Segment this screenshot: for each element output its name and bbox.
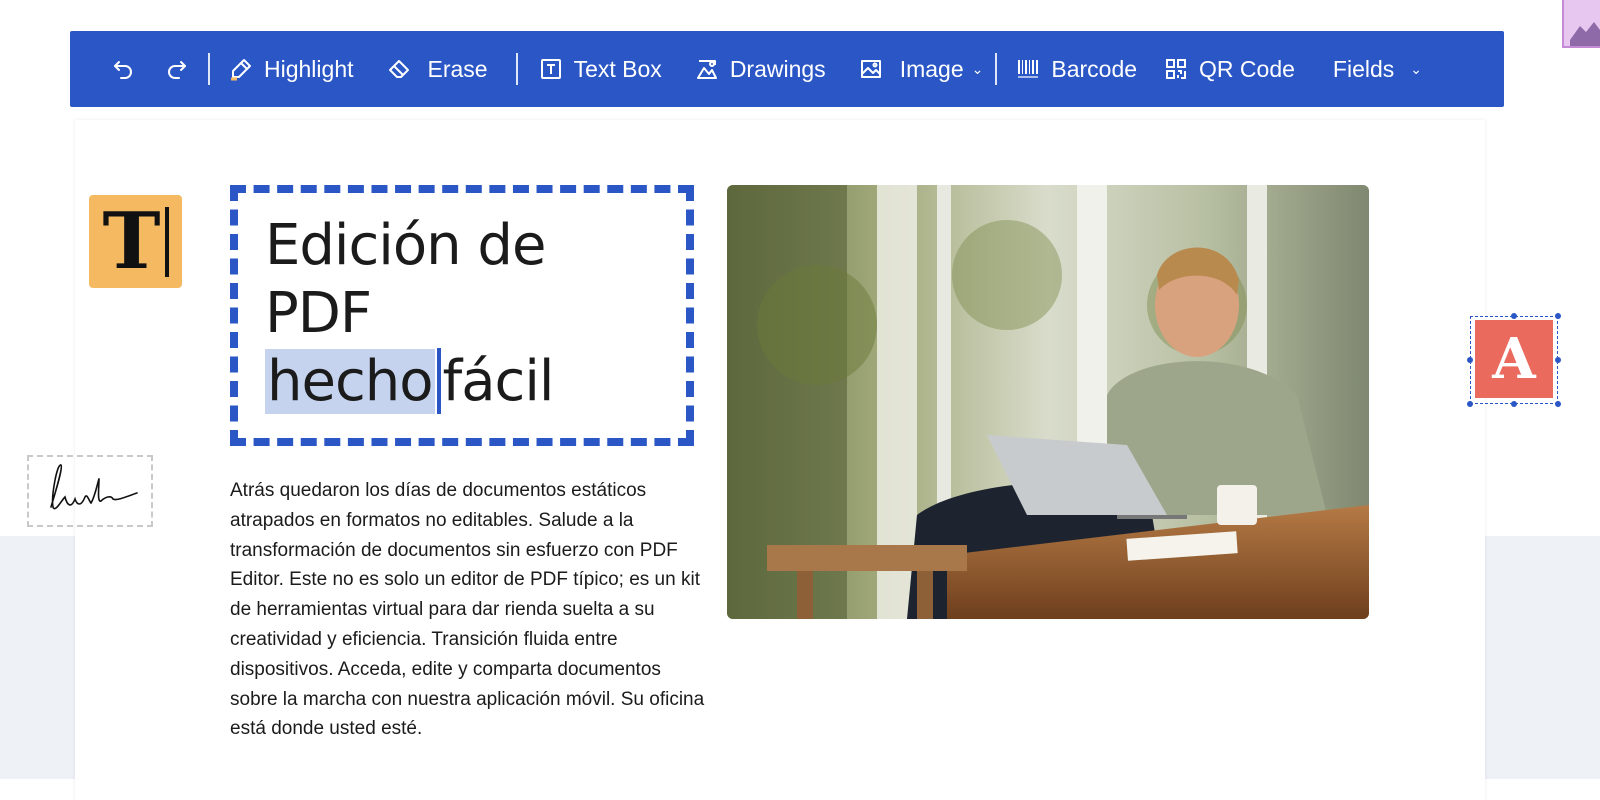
highlighter-icon bbox=[228, 56, 254, 82]
hero-photo[interactable] bbox=[727, 185, 1369, 619]
image-dropdown[interactable]: Image ⌄ bbox=[858, 55, 984, 83]
drawings-label: Drawings bbox=[729, 55, 826, 82]
image-label: Image bbox=[899, 55, 964, 82]
image-thumbnail-icon[interactable] bbox=[1562, 0, 1600, 48]
resize-handle[interactable] bbox=[1467, 357, 1473, 363]
image-icon bbox=[858, 56, 884, 82]
annotation-tile-letter: A bbox=[1492, 326, 1536, 392]
text-box-button[interactable]: Text Box bbox=[538, 56, 662, 83]
text-cursor-icon bbox=[164, 206, 169, 277]
resize-handle[interactable] bbox=[1555, 401, 1561, 407]
headline-line-2: PDF bbox=[265, 281, 372, 346]
editor-toolbar: Highlight Erase Text Box Drawings Image … bbox=[70, 31, 1504, 107]
qr-code-button[interactable]: QR Code bbox=[1163, 56, 1295, 83]
qr-code-label: QR Code bbox=[1199, 55, 1295, 82]
headline-line-3-rest: fácil bbox=[442, 349, 555, 414]
chevron-down-icon: ⌄ bbox=[1410, 60, 1422, 77]
text-box-icon bbox=[538, 56, 564, 82]
undo-icon bbox=[110, 56, 136, 82]
chevron-down-icon: ⌄ bbox=[971, 60, 984, 77]
toolbar-divider bbox=[208, 53, 210, 85]
highlight-button[interactable]: Highlight bbox=[228, 56, 354, 83]
redo-button[interactable] bbox=[164, 56, 190, 82]
text-caret bbox=[436, 348, 441, 414]
fields-label: Fields bbox=[1332, 55, 1395, 82]
text-tool-letter: T bbox=[102, 195, 161, 287]
text-tool-icon: T bbox=[89, 195, 182, 288]
eraser-icon bbox=[386, 56, 412, 82]
erase-label: Erase bbox=[427, 55, 488, 82]
highlight-label: Highlight bbox=[264, 55, 354, 82]
undo-button[interactable] bbox=[110, 56, 136, 82]
resize-handle[interactable] bbox=[1511, 313, 1517, 319]
resize-handle[interactable] bbox=[1511, 401, 1517, 407]
page-headline[interactable]: Edición de PDF hecho fácil bbox=[265, 212, 555, 416]
toolbar-divider bbox=[995, 53, 998, 85]
qr-code-icon bbox=[1163, 56, 1189, 82]
headline-line-3: hecho fácil bbox=[265, 348, 555, 416]
resize-handle[interactable] bbox=[1555, 313, 1561, 319]
headline-line-1: Edición de bbox=[265, 213, 546, 278]
resize-handle[interactable] bbox=[1467, 401, 1473, 407]
erase-button[interactable]: Erase bbox=[386, 56, 488, 83]
barcode-icon bbox=[1015, 56, 1041, 82]
barcode-label: Barcode bbox=[1051, 55, 1138, 82]
signature-field[interactable] bbox=[27, 455, 153, 527]
resize-handle[interactable] bbox=[1555, 357, 1561, 363]
body-paragraph: Atrás quedaron los días de documentos es… bbox=[230, 480, 705, 740]
toolbar-divider bbox=[515, 53, 518, 85]
annotation-tool-icon[interactable]: A bbox=[1475, 320, 1553, 398]
drawings-button[interactable]: Drawings bbox=[694, 56, 826, 83]
redo-icon bbox=[164, 56, 190, 82]
text-box-label: Text Box bbox=[573, 55, 662, 82]
fields-dropdown[interactable]: Fields ⌄ bbox=[1333, 56, 1422, 83]
selected-text: hecho bbox=[265, 349, 435, 414]
signature-icon bbox=[50, 464, 138, 510]
drawing-icon bbox=[694, 56, 720, 82]
barcode-button[interactable]: Barcode bbox=[1015, 56, 1137, 83]
